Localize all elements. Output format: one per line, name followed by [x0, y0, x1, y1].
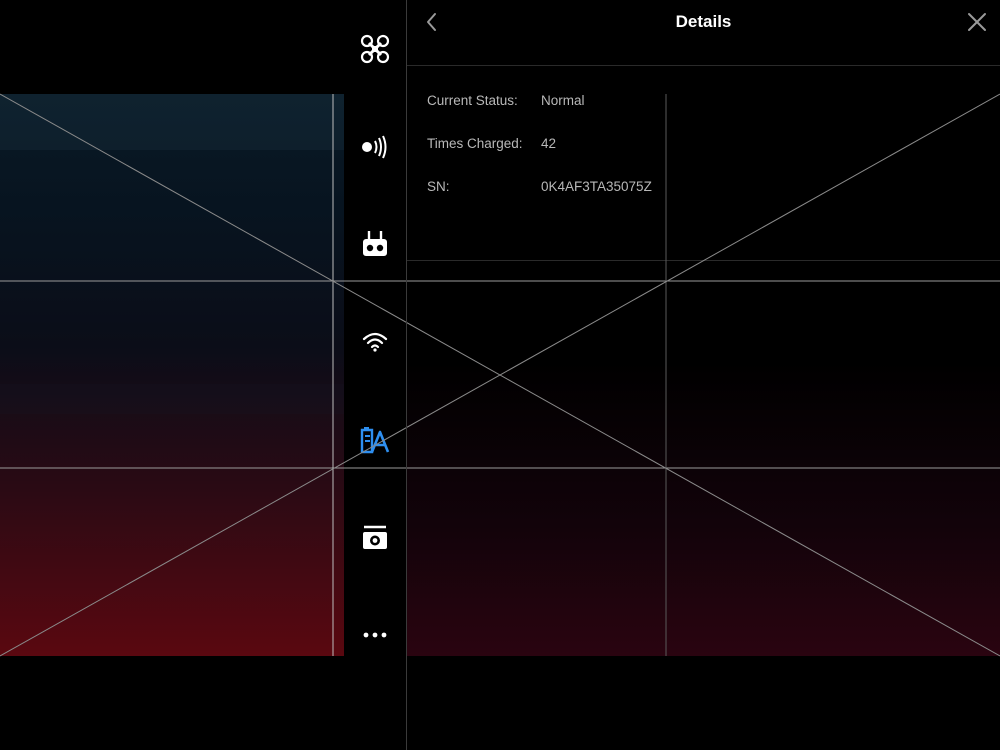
camera-feed-band — [0, 94, 344, 150]
sidebar-item-remote-controller[interactable] — [344, 219, 406, 269]
panel-divider — [407, 260, 1000, 261]
sidebar — [344, 0, 406, 656]
sidebar-item-battery[interactable] — [344, 415, 406, 465]
close-icon — [968, 13, 986, 31]
details-panel: Details Current Status: Normal Times Cha… — [407, 0, 1000, 656]
sidebar-item-more[interactable] — [344, 610, 406, 660]
detail-value: 42 — [541, 136, 557, 151]
camera-feed[interactable] — [0, 94, 344, 656]
camera-feed-band — [0, 384, 344, 414]
app-root: Details Current Status: Normal Times Cha… — [0, 0, 1000, 750]
sidebar-item-wifi[interactable] — [344, 317, 406, 367]
camera-icon — [363, 525, 387, 549]
sidebar-item-signal[interactable] — [344, 122, 406, 172]
bottom-bar — [0, 656, 1000, 750]
sidebar-item-camera[interactable] — [344, 513, 406, 563]
panel-header: Details — [407, 0, 1000, 66]
more-icon — [363, 632, 387, 638]
close-button[interactable] — [964, 9, 990, 35]
page-title: Details — [675, 12, 732, 31]
detail-label: Times Charged: — [427, 136, 523, 151]
aircraft-icon — [360, 34, 390, 64]
detail-label: Current Status: — [427, 93, 518, 108]
detail-value: 0K4AF3TA35075Z — [541, 179, 652, 194]
panel-separator — [406, 0, 407, 750]
remote-controller-icon — [363, 231, 387, 256]
battery-icon — [360, 427, 390, 454]
sidebar-item-aircraft[interactable] — [344, 24, 406, 74]
wifi-icon — [362, 332, 388, 352]
detail-value: Normal — [541, 93, 585, 108]
signal-icon — [362, 135, 387, 159]
detail-label: SN: — [427, 179, 450, 194]
